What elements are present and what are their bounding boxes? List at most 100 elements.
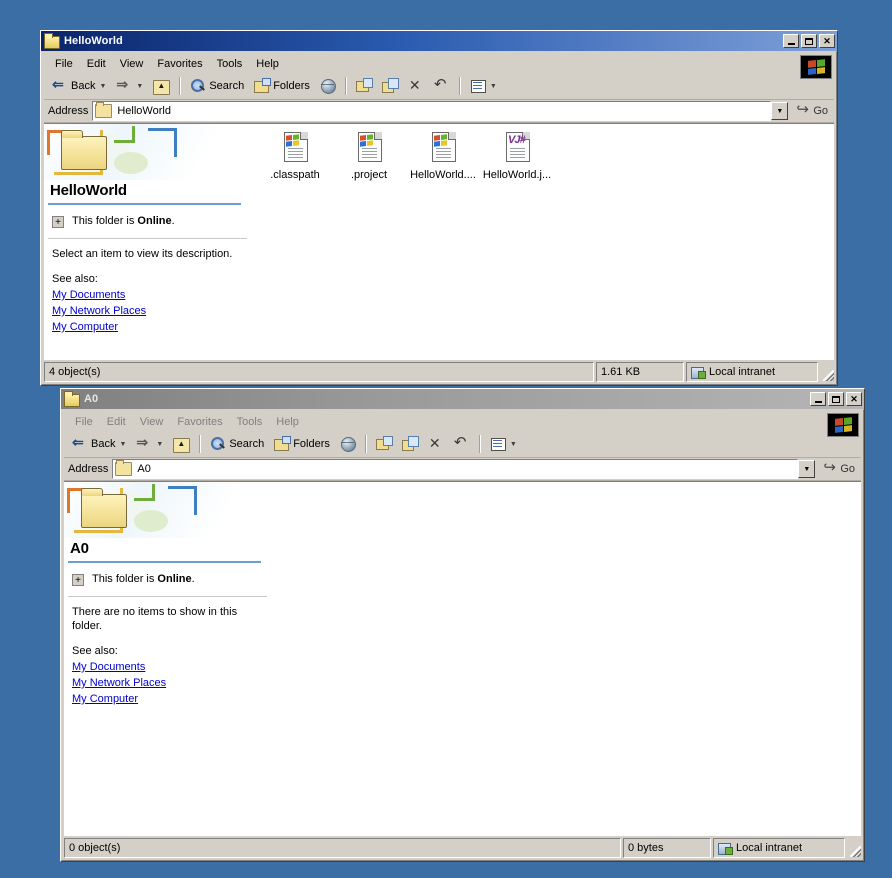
back-button[interactable]: Back ▼ <box>47 75 111 97</box>
back-button[interactable]: Back ▼ <box>67 433 131 455</box>
search-button[interactable]: Search <box>185 75 249 97</box>
back-arrow-icon <box>52 76 68 94</box>
toolbar-separator <box>199 435 202 453</box>
up-button[interactable] <box>148 75 175 97</box>
menu-file[interactable]: File <box>48 56 80 72</box>
vjsharp-file-icon: VJ# <box>502 132 532 166</box>
delete-x-icon <box>408 77 424 94</box>
address-input[interactable]: HelloWorld <box>92 101 772 121</box>
link-my-computer[interactable]: My Computer <box>44 319 251 335</box>
menu-file[interactable]: File <box>68 414 100 430</box>
folders-button[interactable]: Folders <box>269 433 335 455</box>
file-item[interactable]: HelloWorld.... <box>406 132 480 181</box>
address-dropdown-button[interactable] <box>771 102 789 120</box>
maximize-button[interactable] <box>801 34 817 48</box>
menu-favorites[interactable]: Favorites <box>150 56 209 72</box>
link-my-network-places[interactable]: My Network Places <box>44 303 251 319</box>
forward-button[interactable]: ▼ <box>131 433 168 455</box>
page-lines <box>288 148 303 158</box>
views-dropdown-icon[interactable]: ▼ <box>510 441 517 448</box>
toolbar-a0[interactable]: Back ▼ ▼ Search Folders <box>64 431 861 458</box>
file-item[interactable]: .project <box>332 132 406 181</box>
menu-view[interactable]: View <box>133 414 171 430</box>
delete-button[interactable] <box>423 433 449 455</box>
titlebar-a0[interactable]: A0 ✕ <box>61 389 864 409</box>
menu-tools[interactable]: Tools <box>230 414 270 430</box>
task-pane-heading: A0 <box>70 540 89 557</box>
menubar-helloworld[interactable]: File Edit View Favorites Tools Help <box>44 54 834 79</box>
address-value: HelloWorld <box>117 105 171 117</box>
addressbar-helloworld[interactable]: Address HelloWorld Go <box>44 100 834 123</box>
resize-grip[interactable] <box>847 838 861 858</box>
forward-dropdown-icon[interactable]: ▼ <box>136 83 143 90</box>
search-button[interactable]: Search <box>205 433 269 455</box>
move-to-button[interactable] <box>371 433 397 455</box>
file-name: HelloWorld.j... <box>482 169 552 181</box>
views-button[interactable]: ▼ <box>485 433 522 455</box>
delete-button[interactable] <box>403 75 429 97</box>
addressbar-a0[interactable]: Address A0 Go <box>64 458 861 481</box>
views-button[interactable]: ▼ <box>465 75 502 97</box>
forward-dropdown-icon[interactable]: ▼ <box>156 441 163 448</box>
window-body-helloworld: File Edit View Favorites Tools Help Back… <box>41 51 837 385</box>
back-arrow-icon <box>72 434 88 452</box>
explorer-window-helloworld[interactable]: HelloWorld ✕ File Edit View Favorites To… <box>40 30 838 386</box>
link-my-network-places[interactable]: My Network Places <box>64 675 271 691</box>
file-list-a0[interactable] <box>272 482 861 836</box>
address-input[interactable]: A0 <box>112 459 799 479</box>
up-button[interactable] <box>168 433 195 455</box>
toolbar-separator <box>478 435 481 453</box>
file-list-helloworld[interactable]: .classpath .project HelloWorld.... VJ# H… <box>252 124 834 360</box>
views-dropdown-icon[interactable]: ▼ <box>490 83 497 90</box>
address-dropdown-button[interactable] <box>798 460 816 478</box>
menu-tools[interactable]: Tools <box>210 56 250 72</box>
menu-help[interactable]: Help <box>269 414 306 430</box>
explorer-window-a0[interactable]: A0 ✕ File Edit View Favorites Tools Help… <box>60 388 865 862</box>
menu-favorites[interactable]: Favorites <box>170 414 229 430</box>
task-pane-rule <box>48 238 247 239</box>
resize-grip[interactable] <box>820 362 834 382</box>
menubar-a0[interactable]: File Edit View Favorites Tools Help <box>64 412 861 437</box>
history-button[interactable] <box>315 75 341 97</box>
go-button[interactable]: Go <box>817 458 861 477</box>
history-button[interactable] <box>335 433 361 455</box>
maximize-button[interactable] <box>828 392 844 406</box>
link-my-computer[interactable]: My Computer <box>64 691 271 707</box>
toolbar-helloworld[interactable]: Back ▼ ▼ Search Folders <box>44 73 834 100</box>
forward-arrow-icon <box>116 76 132 94</box>
up-folder-icon <box>153 79 171 95</box>
back-dropdown-icon[interactable]: ▼ <box>119 441 126 448</box>
windows-flag-icon <box>834 417 852 433</box>
menu-edit[interactable]: Edit <box>100 414 133 430</box>
move-to-button[interactable] <box>351 75 377 97</box>
back-label: Back <box>91 438 116 450</box>
page-lines <box>362 148 377 158</box>
file-item[interactable]: .classpath <box>258 132 332 181</box>
copy-to-button[interactable] <box>377 75 403 97</box>
back-dropdown-icon[interactable]: ▼ <box>99 83 106 90</box>
go-label: Go <box>840 463 855 475</box>
status-object-count: 4 object(s) <box>44 362 594 382</box>
menu-edit[interactable]: Edit <box>80 56 113 72</box>
expand-plus-icon[interactable]: + <box>52 216 64 228</box>
minimize-button[interactable] <box>783 34 799 48</box>
minimize-button[interactable] <box>810 392 826 406</box>
titlebar-helloworld[interactable]: HelloWorld ✕ <box>41 31 837 51</box>
go-button[interactable]: Go <box>790 100 834 119</box>
close-button[interactable]: ✕ <box>819 34 835 48</box>
folders-button[interactable]: Folders <box>249 75 315 97</box>
minimize-icon <box>787 42 795 45</box>
menu-view[interactable]: View <box>113 56 151 72</box>
menu-help[interactable]: Help <box>249 56 286 72</box>
forward-button[interactable]: ▼ <box>111 75 148 97</box>
undo-arrow-icon <box>434 75 450 94</box>
file-item[interactable]: VJ# HelloWorld.j... <box>480 132 554 181</box>
link-my-documents[interactable]: My Documents <box>44 287 251 303</box>
copy-to-button[interactable] <box>397 433 423 455</box>
expand-plus-icon[interactable]: + <box>72 574 84 586</box>
undo-button[interactable] <box>429 75 455 97</box>
undo-button[interactable] <box>449 433 475 455</box>
link-my-documents[interactable]: My Documents <box>64 659 271 675</box>
close-button[interactable]: ✕ <box>846 392 862 406</box>
up-folder-icon <box>173 437 191 453</box>
